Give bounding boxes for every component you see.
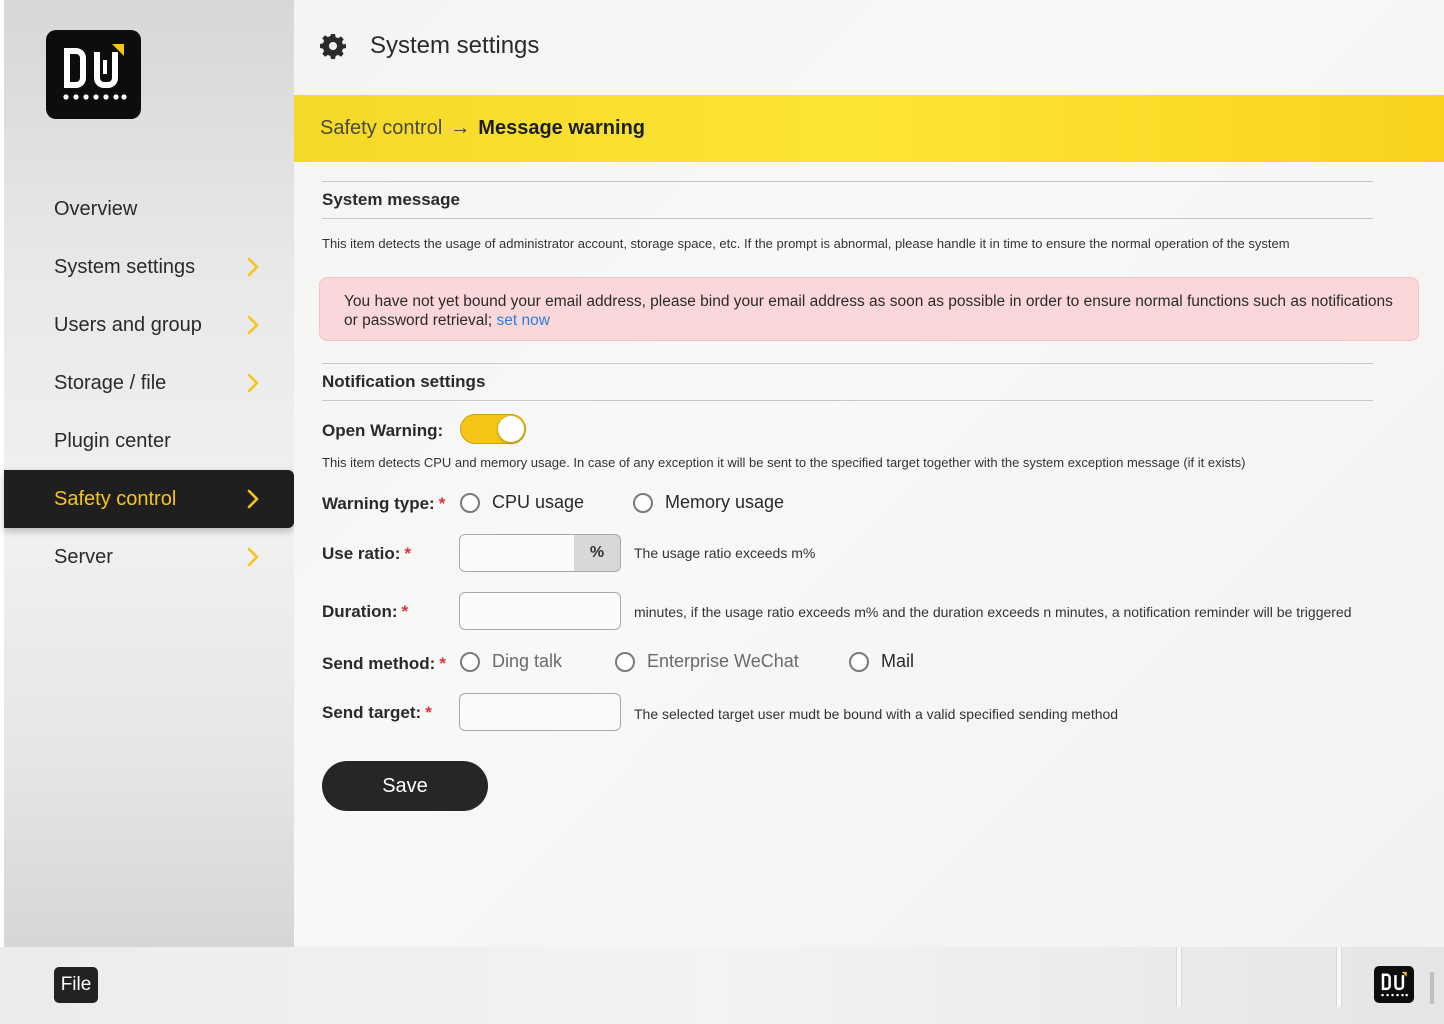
send-method-label: Send method: * <box>322 654 446 674</box>
warning-type-label-text: Warning type: <box>322 494 435 513</box>
use-ratio-hint: The usage ratio exceeds m% <box>634 545 816 561</box>
required-marker: * <box>404 544 412 563</box>
background-decor <box>1176 947 1182 1007</box>
send-target-input[interactable] <box>459 693 621 731</box>
percent-suffix: % <box>574 534 621 572</box>
system-message-description: This item detects the usage of administr… <box>322 236 1290 251</box>
save-button[interactable]: Save <box>322 761 488 811</box>
chevron-right-icon <box>247 257 259 277</box>
sidebar-item-label: Server <box>54 545 113 568</box>
duration-label-text: Duration: <box>322 602 398 621</box>
sidebar-item-label: Users and group <box>54 313 202 336</box>
radio-cpu-usage[interactable]: CPU usage <box>460 492 584 513</box>
page-title: System settings <box>370 32 540 59</box>
chevron-right-icon <box>247 489 259 509</box>
use-ratio-input[interactable] <box>459 534 575 572</box>
radio-label: Ding talk <box>492 651 563 671</box>
notification-settings-heading: Notification settings <box>322 363 1373 401</box>
footer-bar <box>0 947 1444 1024</box>
radio-memory-usage[interactable]: Memory usage <box>633 492 784 513</box>
sidebar-item-label: Safety control <box>54 487 177 510</box>
sidebar-item-label: Storage / file <box>54 371 167 394</box>
breadcrumb-current: Message warning <box>478 117 646 139</box>
radio-ding-talk[interactable]: Ding talk <box>460 651 562 672</box>
radio-circle <box>615 651 635 672</box>
logo[interactable] <box>46 30 141 119</box>
sidebar-nav: Overview System settings Users and group… <box>4 180 294 586</box>
radio-label: CPU usage <box>492 492 585 512</box>
warning-type-label: Warning type: * <box>322 494 445 514</box>
chevron-right-icon <box>247 373 259 393</box>
chevron-right-icon <box>247 315 259 335</box>
required-marker: * <box>401 602 409 621</box>
notification-description: This item detects CPU and memory usage. … <box>322 455 1246 470</box>
send-target-label: Send target: * <box>322 703 432 723</box>
email-alert: You have not yet bound your email addres… <box>319 277 1419 341</box>
use-ratio-label: Use ratio: * <box>322 544 411 564</box>
duration-hint: minutes, if the usage ratio exceeds m% a… <box>634 604 1352 620</box>
use-ratio-label-text: Use ratio: <box>322 544 401 563</box>
sidebar-item-storage-file[interactable]: Storage / file <box>4 354 294 412</box>
send-target-label-text: Send target: <box>322 703 422 722</box>
main-content: System settings Safety control → Message… <box>294 0 1444 947</box>
duration-label: Duration: * <box>322 602 408 622</box>
set-now-link[interactable]: set now <box>496 312 549 329</box>
radio-label: Mail <box>881 651 915 671</box>
mini-logo[interactable] <box>1374 966 1414 1003</box>
sidebar-item-users-and-group[interactable]: Users and group <box>4 296 294 354</box>
chevron-right-icon <box>247 547 259 567</box>
page-header: System settings <box>320 28 539 64</box>
required-marker: * <box>439 654 446 673</box>
radio-circle <box>633 492 653 513</box>
open-warning-label: Open Warning: <box>322 421 444 440</box>
breadcrumb-parent[interactable]: Safety control <box>320 117 442 140</box>
background-decor <box>1336 947 1342 1007</box>
system-message-heading: System message <box>322 181 1373 219</box>
sidebar-item-label: Overview <box>54 197 138 220</box>
sidebar-item-safety-control[interactable]: Safety control <box>4 470 294 528</box>
send-target-hint: The selected target user mudt be bound w… <box>634 706 1119 722</box>
sidebar: Overview System settings Users and group… <box>4 0 294 947</box>
send-method-label-text: Send method: <box>322 654 436 673</box>
sidebar-item-plugin-center[interactable]: Plugin center <box>4 412 294 470</box>
open-warning-toggle[interactable] <box>460 414 526 444</box>
toggle-knob <box>498 416 524 442</box>
file-button[interactable]: File <box>54 967 98 1003</box>
radio-mail[interactable]: Mail <box>849 651 914 672</box>
radio-circle <box>460 492 480 513</box>
sidebar-item-overview[interactable]: Overview <box>4 180 294 238</box>
radio-circle <box>460 651 480 672</box>
required-marker: * <box>438 494 446 513</box>
radio-label: Memory usage <box>665 492 785 512</box>
sidebar-item-server[interactable]: Server <box>4 528 294 586</box>
breadcrumb: Safety control → Message warning <box>294 95 1444 162</box>
sidebar-item-label: Plugin center <box>54 429 171 452</box>
arrow-right-icon: → <box>450 117 471 139</box>
scrollbar[interactable] <box>1430 972 1434 1004</box>
sidebar-item-label: System settings <box>54 255 196 278</box>
radio-circle <box>849 651 869 672</box>
radio-enterprise-wechat[interactable]: Enterprise WeChat <box>615 651 799 672</box>
required-marker: * <box>425 703 432 722</box>
sidebar-item-system-settings[interactable]: System settings <box>4 238 294 296</box>
gear-icon <box>320 34 346 59</box>
duration-input[interactable] <box>459 592 621 630</box>
radio-label: Enterprise WeChat <box>647 651 799 671</box>
